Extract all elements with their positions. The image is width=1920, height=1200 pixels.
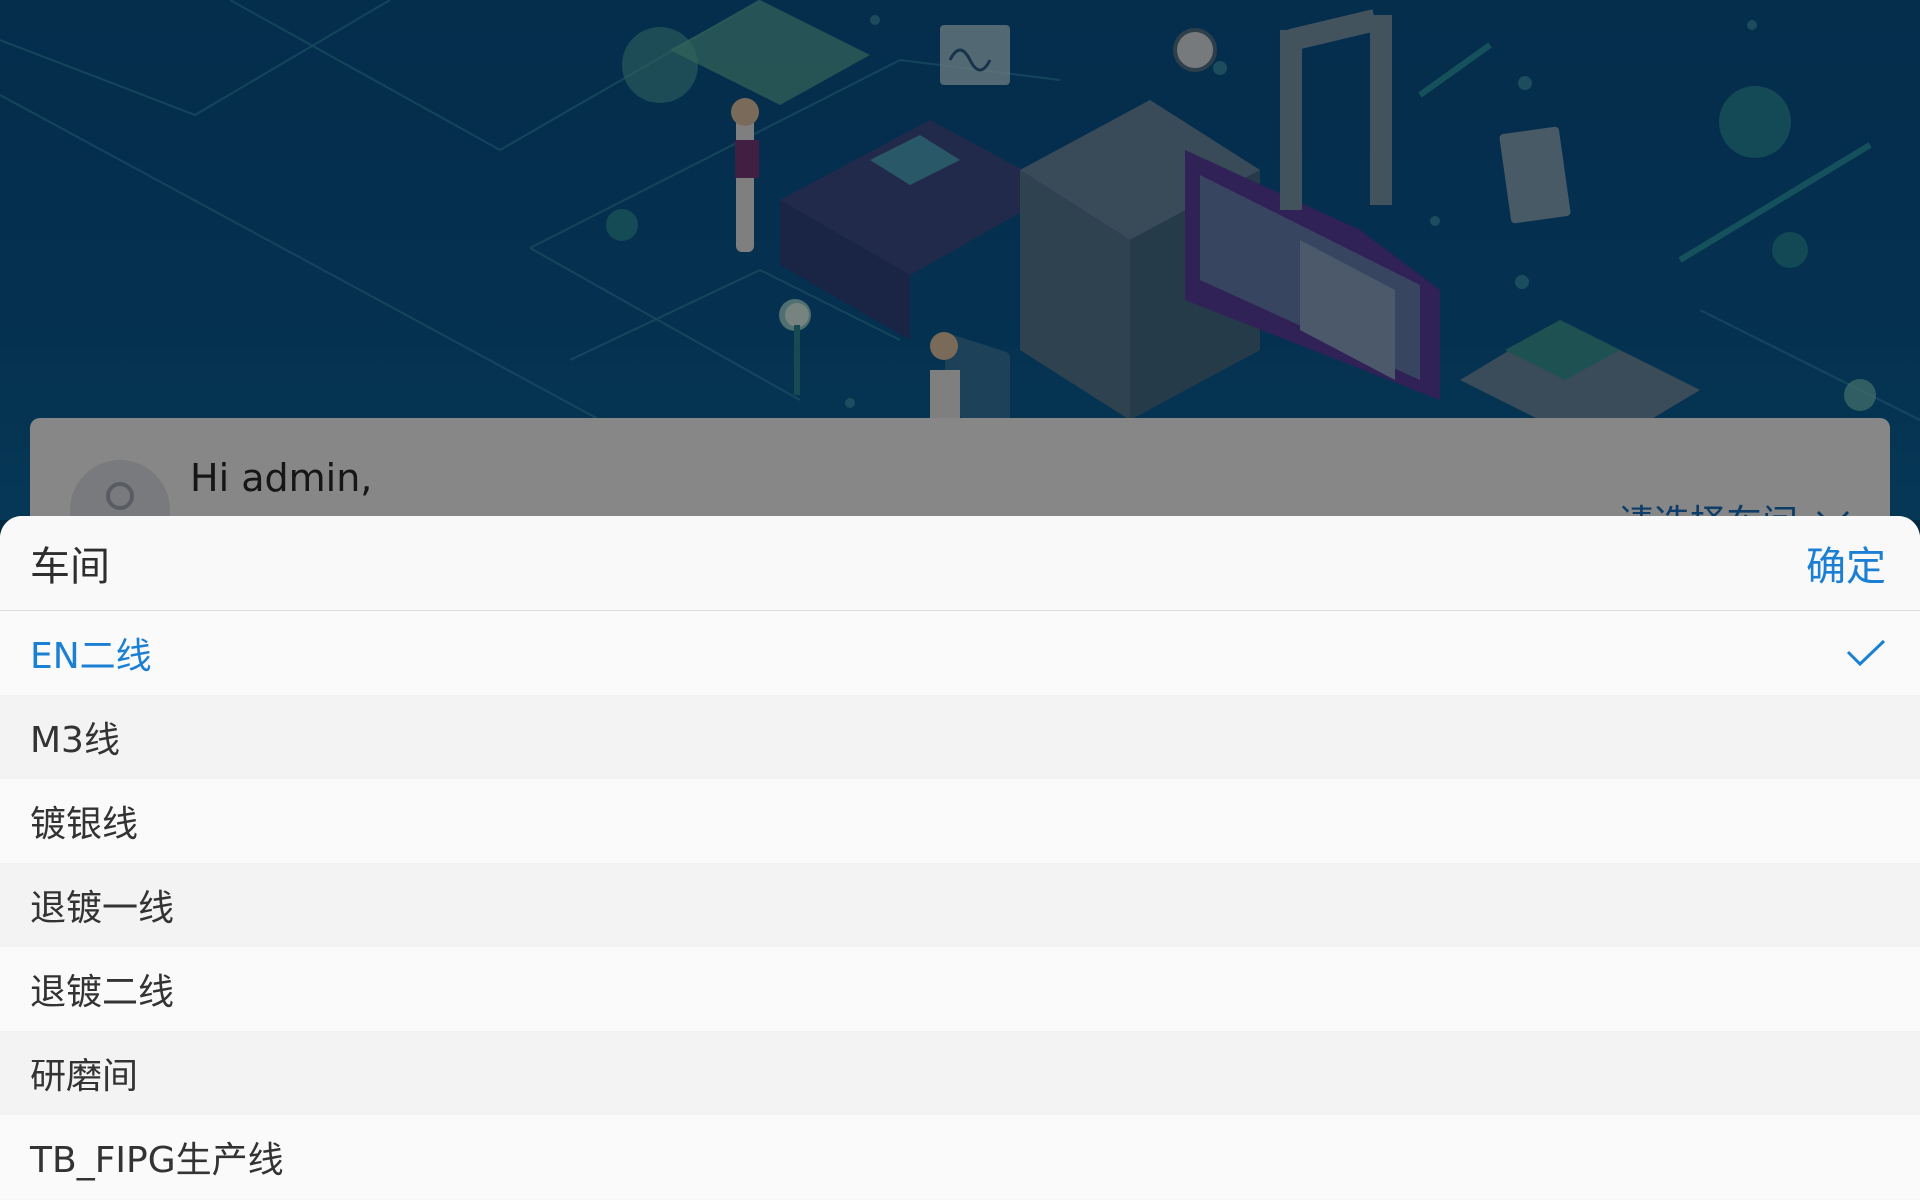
picker-option[interactable]: M3线 — [0, 695, 1920, 779]
picker-option[interactable]: 退镀二线 — [0, 947, 1920, 1031]
picker-option-label: 退镀一线 — [30, 888, 175, 929]
picker-option-label: M3线 — [30, 720, 120, 761]
picker-option-list: EN二线 M3线 镀银线 退镀一线 退镀二线 研磨间 TB_FIPG生产线 — [0, 611, 1920, 1199]
picker-title: 车间 — [30, 544, 110, 590]
picker-option[interactable]: 退镀一线 — [0, 863, 1920, 947]
confirm-button[interactable]: 确定 — [1806, 534, 1886, 592]
picker-option-label: 研磨间 — [30, 1056, 139, 1097]
picker-option[interactable]: TB_FIPG生产线 — [0, 1115, 1920, 1199]
app-screen: Hi admin, 请选择车间 车间 确定 EN二线 M3线 — [0, 0, 1920, 1200]
picker-option-label: TB_FIPG生产线 — [30, 1140, 284, 1181]
picker-option[interactable]: 研磨间 — [0, 1031, 1920, 1115]
check-icon — [1846, 639, 1886, 667]
picker-option[interactable]: 镀银线 — [0, 779, 1920, 863]
picker-header: 车间 确定 — [0, 516, 1920, 611]
picker-option-label: EN二线 — [30, 636, 152, 677]
picker-option[interactable]: EN二线 — [0, 611, 1920, 695]
workshop-picker-sheet: 车间 确定 EN二线 M3线 镀银线 退镀一线 退镀二线 研磨间 TB_FIPG… — [0, 516, 1920, 1200]
picker-option-label: 镀银线 — [30, 804, 139, 845]
picker-option-label: 退镀二线 — [30, 972, 175, 1013]
